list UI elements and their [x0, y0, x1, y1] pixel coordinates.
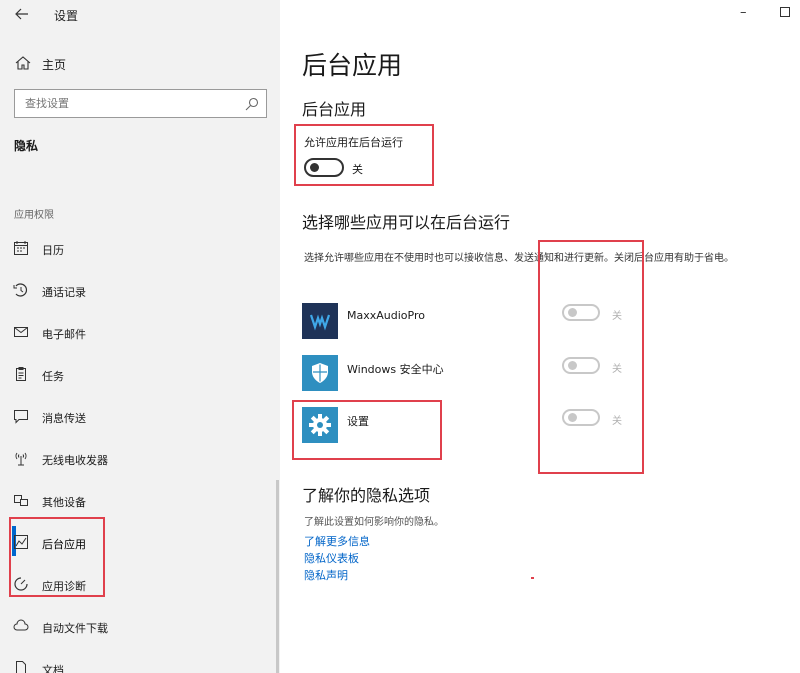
search-box — [14, 89, 267, 118]
sidebar-item-call-history[interactable]: 通话记录 — [0, 276, 280, 306]
sidebar-item-label: 后台应用 — [42, 538, 86, 551]
sidebar: 设置 主页 隐私 应用权限 日历 通话记录 电子邮件 — [0, 0, 280, 673]
sidebar-item-label: 文档 — [42, 664, 64, 673]
privacy-dashboard-link[interactable]: 隐私仪表板 — [304, 550, 359, 566]
allow-background-label: 允许应用在后台运行 — [304, 136, 403, 149]
app-row-settings: 设置 关 — [302, 407, 772, 445]
app-name: MaxxAudioPro — [347, 309, 425, 322]
sidebar-item-label: 其他设备 — [42, 496, 86, 509]
back-arrow-icon[interactable] — [12, 4, 32, 24]
allow-background-state: 关 — [352, 163, 363, 176]
gear-icon — [302, 407, 338, 443]
privacy-options-description: 了解此设置如何影响你的隐私。 — [304, 517, 444, 528]
sidebar-item-label: 无线电收发器 — [42, 454, 108, 467]
privacy-statement-link[interactable]: 隐私声明 — [304, 567, 348, 583]
toggle-knob — [568, 308, 577, 317]
privacy-options-title: 了解你的隐私选项 — [302, 486, 431, 505]
maximize-icon[interactable] — [780, 7, 790, 17]
shield-icon — [302, 355, 338, 391]
home-icon — [14, 54, 32, 72]
search-icon[interactable] — [244, 96, 260, 112]
maxxaudio-icon — [302, 303, 338, 339]
call-history-icon — [13, 282, 29, 298]
choose-apps-title: 选择哪些应用可以在后台运行 — [302, 213, 511, 232]
allow-background-toggle[interactable] — [304, 158, 344, 177]
sidebar-item-label: 任务 — [42, 370, 64, 383]
sidebar-item-label: 消息传送 — [42, 412, 86, 425]
app-toggle-state: 关 — [612, 364, 622, 375]
toggle-knob — [310, 163, 319, 172]
sidebar-item-messaging[interactable]: 消息传送 — [0, 402, 280, 432]
app-toggle-settings[interactable] — [562, 409, 600, 426]
tasks-icon — [13, 366, 29, 382]
toggle-knob — [568, 361, 577, 370]
app-row-windows-security: Windows 安全中心 关 — [302, 355, 772, 393]
sidebar-item-label: 日历 — [42, 244, 64, 257]
sidebar-scrollbar[interactable] — [276, 480, 279, 673]
sidebar-item-calendar[interactable]: 日历 — [0, 234, 280, 264]
sidebar-item-mail[interactable]: 电子邮件 — [0, 318, 280, 348]
sidebar-item-label: 自动文件下载 — [42, 622, 108, 635]
main-content: – 后台应用 后台应用 允许应用在后台运行 关 选择哪些应用可以在后台运行 选择… — [280, 0, 800, 673]
minimize-button[interactable]: – — [740, 5, 747, 20]
sidebar-item-app-diagnostics[interactable]: 应用诊断 — [0, 570, 280, 600]
other-devices-icon — [13, 492, 29, 508]
annotation-mark — [531, 577, 534, 579]
app-name: Windows 安全中心 — [347, 363, 444, 376]
mail-icon — [13, 324, 29, 340]
app-toggle-windows-security[interactable] — [562, 357, 600, 374]
window-title: 设置 — [54, 9, 79, 23]
sidebar-item-home[interactable]: 主页 — [0, 50, 280, 78]
toggle-knob — [568, 413, 577, 422]
app-diagnostics-icon — [13, 576, 29, 592]
app-name: 设置 — [347, 415, 369, 428]
sidebar-item-radios[interactable]: 无线电收发器 — [0, 444, 280, 474]
sidebar-item-background-apps[interactable]: 后台应用 — [0, 528, 280, 558]
sidebar-item-label: 通话记录 — [42, 286, 86, 299]
sidebar-group-heading: 应用权限 — [14, 210, 54, 221]
app-toggle-state: 关 — [612, 311, 622, 322]
title-bar: 设置 — [0, 0, 280, 30]
sidebar-item-tasks[interactable]: 任务 — [0, 360, 280, 390]
page-title: 后台应用 — [302, 51, 403, 80]
learn-more-link[interactable]: 了解更多信息 — [304, 533, 370, 549]
app-toggle-state: 关 — [612, 416, 622, 427]
background-apps-icon — [13, 534, 29, 550]
calendar-icon — [13, 240, 29, 256]
sidebar-section-title: 隐私 — [14, 139, 39, 153]
sidebar-item-label: 主页 — [42, 58, 67, 72]
messaging-icon — [13, 408, 29, 424]
section-title: 后台应用 — [302, 100, 367, 119]
app-row-maxxaudiopro: MaxxAudioPro 关 — [302, 303, 772, 341]
sidebar-item-documents[interactable]: 文档 — [0, 654, 280, 673]
window-controls: – — [700, 0, 800, 30]
choose-apps-description: 选择允许哪些应用在不使用时也可以接收信息、发送通知和进行更新。关闭后台应用有助于… — [304, 253, 734, 264]
app-toggle-maxxaudiopro[interactable] — [562, 304, 600, 321]
sidebar-item-auto-download[interactable]: 自动文件下载 — [0, 612, 280, 642]
documents-icon — [13, 660, 29, 673]
sidebar-item-label: 应用诊断 — [42, 580, 86, 593]
sidebar-item-other-devices[interactable]: 其他设备 — [0, 486, 280, 516]
cloud-download-icon — [13, 618, 29, 634]
sidebar-item-label: 电子邮件 — [42, 328, 86, 341]
radio-icon — [13, 450, 29, 466]
search-input[interactable] — [15, 90, 235, 117]
